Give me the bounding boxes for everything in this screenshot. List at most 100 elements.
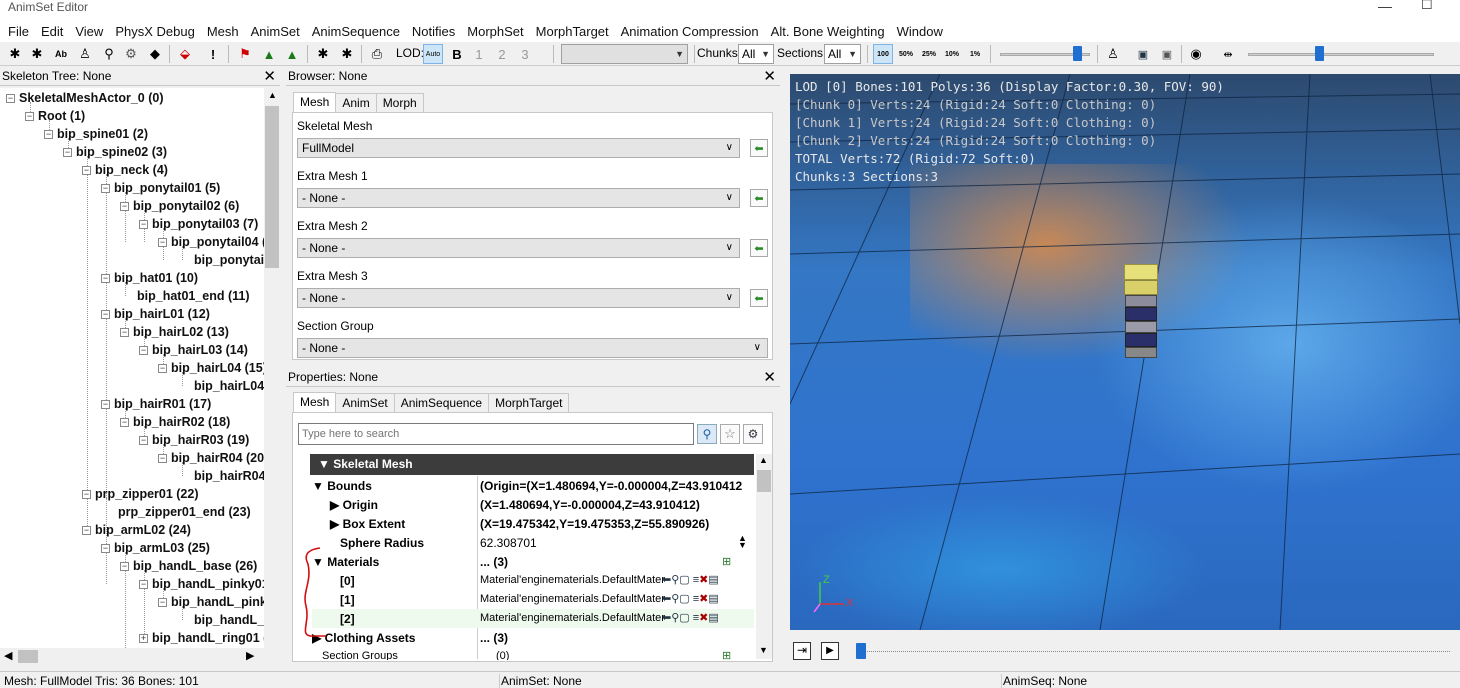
material-row-actions[interactable]: ⬅⚲▢ ≡✖▤ (662, 592, 719, 605)
minimize-icon[interactable]: — (1378, 0, 1392, 13)
flag-icon[interactable]: ⚑ (235, 44, 255, 64)
tangents-icon[interactable]: ◆ (145, 44, 165, 64)
tree-node[interactable]: − prp_zipper01 (22) (82, 487, 199, 501)
material-row-actions[interactable]: ⬅⚲▢ ≡✖▤ (662, 573, 719, 586)
menu-animation-compression[interactable]: Animation Compression (615, 24, 765, 39)
property-row[interactable]: ▶ Clothing Assets... (3) (312, 629, 754, 648)
print-icon[interactable]: ⎙ (367, 44, 387, 64)
lod-auto-button[interactable]: Auto (423, 44, 443, 64)
search-options-icon[interactable]: ⚙ (743, 424, 763, 444)
property-row[interactable]: ▼ Bounds (Origin=(X=1.480694,Y=-0.000004,… (312, 477, 754, 496)
eye-icon[interactable]: ◉ (1186, 44, 1206, 64)
tree-node[interactable]: − Root (1) (25, 109, 85, 123)
tab-mesh[interactable]: Mesh (293, 92, 337, 113)
tree-node[interactable]: − bip_hairL04 (15) (158, 361, 264, 375)
speed-25-button[interactable]: 25% (919, 44, 939, 64)
tree-node[interactable]: + bip_handL_ring01 ( (139, 631, 264, 645)
timeline-scrubber[interactable] (856, 643, 866, 659)
use-selected-extra-mesh-2-button[interactable]: ⬅ (750, 239, 768, 257)
lod-base-button[interactable]: B (447, 44, 467, 64)
menu-window[interactable]: Window (891, 24, 949, 39)
bone-influence-icon[interactable]: ♙ (75, 44, 95, 64)
property-row[interactable]: Sphere Radius 62.308701 (312, 534, 754, 553)
extra-mesh-3-select[interactable]: - None - ∨ (297, 288, 740, 308)
alert-icon[interactable]: ! (203, 44, 223, 64)
speed-100-button[interactable]: 100 (873, 44, 893, 64)
tree-node[interactable]: − bip_handL_pinky01 (139, 577, 264, 591)
use-selected-extra-mesh-3-button[interactable]: ⬅ (750, 289, 768, 307)
normals-icon[interactable]: ⚙ (121, 44, 141, 64)
tree-node[interactable]: prp_zipper01_end (23) (118, 505, 251, 519)
tab-anim[interactable]: Anim (335, 93, 377, 114)
tab-animsequence[interactable]: AnimSequence (393, 393, 490, 414)
tree-node[interactable]: bip_hairL04_ (194, 379, 264, 393)
tab-morphtarget[interactable]: MorphTarget (488, 393, 570, 414)
tree-node[interactable]: − bip_ponytail01 (5) (101, 181, 220, 195)
speed-50-button[interactable]: 50% (896, 44, 916, 64)
mesh-copy-icon[interactable]: ▣ (1157, 44, 1177, 64)
scroll-right-icon[interactable]: ▶ (246, 649, 254, 662)
tree-node[interactable]: − bip_handL_pinky (158, 595, 264, 609)
maximize-icon[interactable]: ☐ (1421, 0, 1433, 11)
socket-icon[interactable]: ⬙ (175, 44, 195, 64)
favorite-star-icon[interactable]: ☆ (720, 424, 740, 444)
scroll-down-icon[interactable]: ▼ (759, 645, 768, 655)
tree-node[interactable]: bip_ponytail (194, 253, 264, 267)
spin-icon[interactable]: ▲ ▼ (738, 534, 747, 550)
tree-vertical-scrollbar[interactable]: ▲ (264, 88, 280, 648)
mirror-icon[interactable]: ⇹ (1218, 44, 1238, 64)
tree-node[interactable]: − bip_ponytail03 (7) (139, 217, 258, 231)
use-selected-extra-mesh-1-button[interactable]: ⬅ (750, 189, 768, 207)
timeline-track[interactable] (858, 651, 1450, 652)
menu-morphtarget[interactable]: MorphTarget (530, 24, 615, 39)
property-search-input[interactable] (298, 423, 694, 445)
lod-3-button[interactable]: 3 (515, 44, 535, 64)
bone-labels-icon[interactable]: Ab (51, 44, 71, 64)
menu-edit[interactable]: Edit (35, 24, 69, 39)
material-row-actions[interactable]: ⬅⚲▢ ≡✖▤ (662, 611, 719, 624)
scroll-up-icon[interactable]: ▲ (759, 455, 768, 465)
tree-node[interactable]: bip_hat01_end (11) (137, 289, 250, 303)
tree-node[interactable]: − bip_hairL01 (12) (101, 307, 210, 321)
lod-slider-thumb[interactable] (1314, 46, 1324, 61)
tree-node[interactable]: − bip_hairR01 (17) (101, 397, 211, 411)
close-icon[interactable]: ✕ (263, 68, 276, 85)
tree-node[interactable]: − bip_armL02 (24) (82, 523, 191, 537)
section-group-select[interactable]: - None - ∨ (297, 338, 768, 358)
property-row[interactable]: ▶ Box Extent (X=19.475342,Y=19.475353,Z=5… (312, 515, 754, 534)
bone-names-icon[interactable]: ✱ (27, 44, 47, 64)
loop-button[interactable]: ⇥ (793, 642, 811, 660)
preset-combo[interactable]: ▼ (561, 44, 688, 64)
tree-node[interactable]: − bip_neck (4) (82, 163, 168, 177)
menu-mesh[interactable]: Mesh (201, 24, 245, 39)
menu-view[interactable]: View (69, 24, 109, 39)
tree-hscroll-thumb[interactable] (18, 650, 38, 663)
chunks-select[interactable]: All ▼ (738, 44, 774, 64)
property-row[interactable]: Section Groups (0) (312, 648, 754, 660)
menu-physx-debug[interactable]: PhysX Debug (109, 24, 201, 39)
tab-morph[interactable]: Morph (375, 93, 424, 114)
lod-slider-track[interactable] (1248, 53, 1434, 56)
playback-slider-thumb[interactable] (1072, 46, 1082, 61)
tree-node[interactable]: − bip_spine01 (2) (44, 127, 148, 141)
viewport-3d[interactable]: LOD [0] Bones:101 Polys:36 (Display Fact… (790, 74, 1460, 630)
close-icon[interactable]: ✕ (763, 68, 776, 85)
extra-mesh-2-select[interactable]: - None - ∨ (297, 238, 740, 258)
tab-animset[interactable]: AnimSet (335, 393, 395, 414)
lod-2-button[interactable]: 2 (492, 44, 512, 64)
wireframe-icon[interactable]: ⚲ (99, 44, 119, 64)
properties-vertical-scrollbar[interactable]: ▲ ▼ (756, 454, 772, 659)
search-icon[interactable]: ⚲ (697, 424, 717, 444)
tree-node[interactable]: − bip_hairL03 (14) (139, 343, 248, 357)
play-button[interactable]: ▶ (821, 642, 839, 660)
tree-node[interactable]: − bip_hat01 (10) (101, 271, 198, 285)
triangle-flag-icon[interactable]: ▲ (282, 44, 302, 64)
properties-scroll-thumb[interactable] (757, 470, 771, 492)
sections-select[interactable]: All ▼ (824, 44, 861, 64)
speed-1-button[interactable]: 1% (965, 44, 985, 64)
cloth-settings-icon[interactable]: ✱ (337, 44, 357, 64)
property-row[interactable]: ▶ Origin (X=1.480694,Y=-0.000004,Z=43.910… (312, 496, 754, 515)
mesh-instance-icon[interactable]: ▣ (1133, 44, 1153, 64)
skeleton-icon[interactable]: ✱ (5, 44, 25, 64)
scroll-up-icon[interactable]: ▲ (268, 90, 277, 100)
